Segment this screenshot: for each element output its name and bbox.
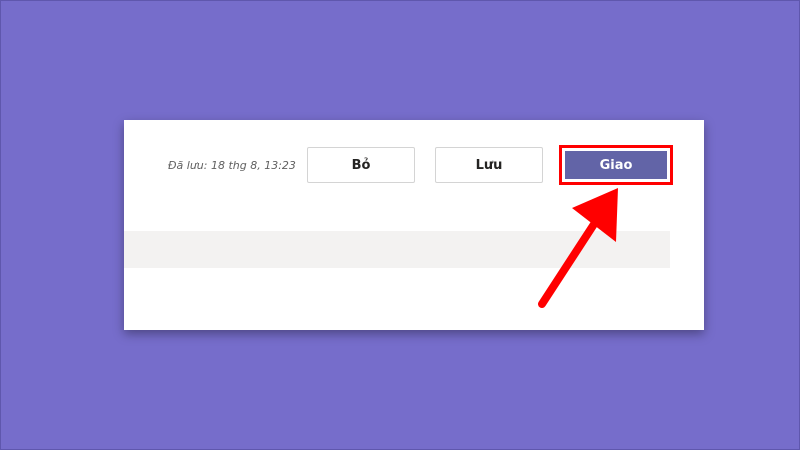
assign-button-highlight: Giao bbox=[559, 145, 673, 185]
content-strip bbox=[124, 231, 670, 268]
discard-button[interactable]: Bỏ bbox=[307, 147, 415, 183]
assign-button[interactable]: Giao bbox=[565, 151, 667, 179]
assignment-panel: Đã lưu: 18 thg 8, 13:23 Bỏ Lưu Giao bbox=[124, 120, 704, 330]
saved-status-text: Đã lưu: 18 thg 8, 13:23 bbox=[168, 159, 296, 172]
save-button[interactable]: Lưu bbox=[435, 147, 543, 183]
